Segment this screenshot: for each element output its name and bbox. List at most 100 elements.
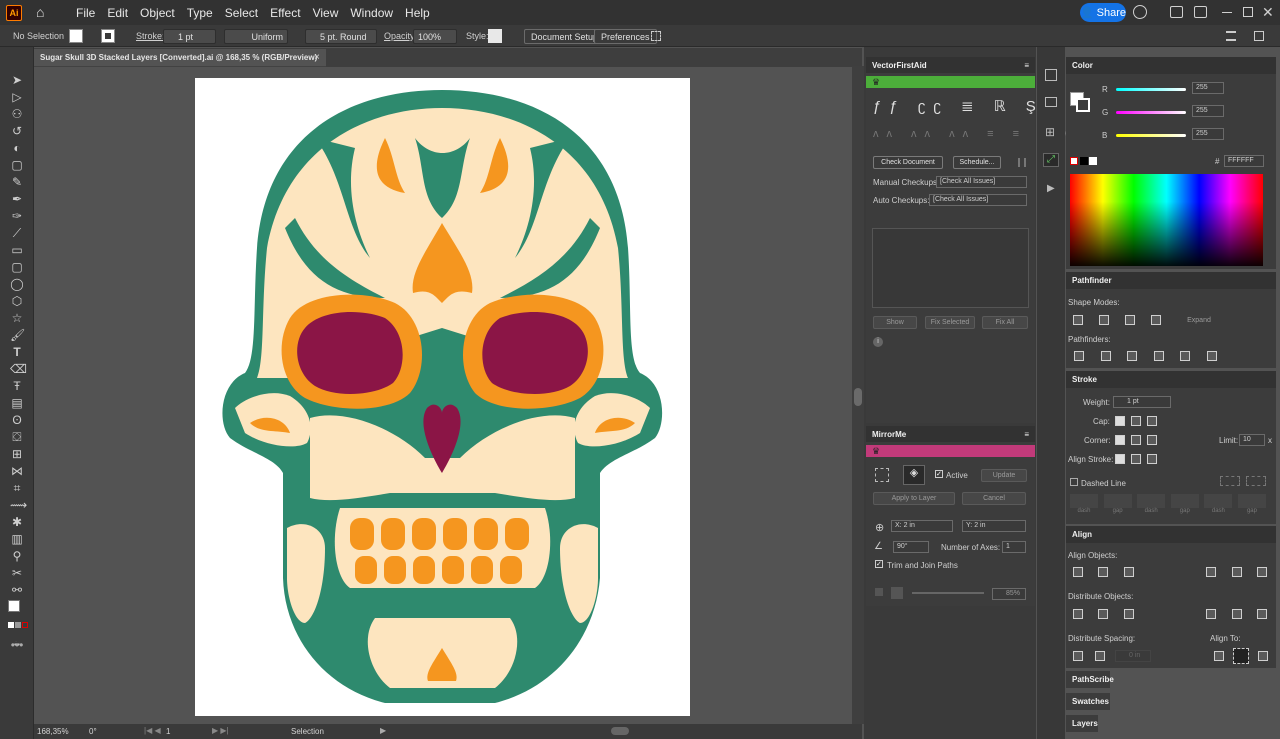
weight-field[interactable]: 1 pt [1113,396,1171,408]
shape-builder-icon[interactable]: ⚇ [10,107,24,121]
g-field[interactable]: 255 [1192,105,1224,117]
live-paint-tool-icon[interactable]: ⛋ [10,430,24,444]
menu-help[interactable]: Help [399,6,436,20]
dash-field-1[interactable]: dash [1070,494,1098,522]
search-icon[interactable] [1133,5,1147,19]
black-swatch[interactable] [1080,157,1088,165]
play-icon[interactable]: ▶ [1047,183,1055,194]
dash-field-2[interactable]: dash [1137,494,1166,522]
opacity-field[interactable]: 100% [413,29,457,44]
x-field[interactable]: X: 2 in [891,520,953,532]
more-tools-icon[interactable]: ••• [10,638,24,652]
maximize-icon[interactable] [1243,7,1253,17]
issues-list[interactable] [872,228,1029,308]
mirror-point-icon[interactable] [875,468,889,482]
panel-menu-icon[interactable]: ≡ [1024,61,1029,70]
dashed-line-checkbox[interactable] [1070,478,1078,486]
info-icon[interactable]: i [873,337,883,347]
menu-type[interactable]: Type [181,6,219,20]
symbol-sprayer-icon[interactable]: ✱ [10,515,24,529]
distribute-vcenter-icon[interactable] [1098,609,1108,619]
white-swatch[interactable] [1089,157,1097,165]
miter-join-icon[interactable] [1115,435,1125,445]
sugar-skull-artwork[interactable] [195,78,690,716]
fill-color-icon[interactable] [8,600,20,612]
fix-selected-button[interactable]: Fix Selected [925,316,975,329]
minus-back-icon[interactable] [1207,351,1217,361]
selection-tool-icon[interactable]: ➤ [10,73,24,87]
warp-tool-icon[interactable]: ◐ [10,141,24,155]
stroke-label[interactable]: Stroke: [136,25,165,47]
auto-checkups-select[interactable]: [Check All Issues] [929,194,1027,206]
grid-icon[interactable]: ⊞ [1045,125,1055,139]
butt-cap-icon[interactable] [1115,416,1125,426]
direct-selection-tool-icon[interactable]: ▷ [10,90,24,104]
lasso-tool-icon[interactable]: ʘ [10,413,24,427]
show-button[interactable]: Show [873,316,917,329]
cancel-button[interactable]: Cancel [962,492,1026,505]
trim-checkbox[interactable]: ✓ [875,560,883,568]
document-tab[interactable]: Sugar Skull 3D Stacked Layers [Converted… [34,49,326,67]
align-vcenter-icon[interactable] [1232,567,1242,577]
color-stroke-swatch[interactable] [1076,98,1090,112]
intersect-icon[interactable] [1125,315,1135,325]
style-swatch[interactable] [488,29,502,43]
brush-select[interactable]: 5 pt. Round [305,29,377,44]
b-field[interactable]: 255 [1192,128,1224,140]
g-slider[interactable] [1116,111,1186,114]
image-trace-icon[interactable] [1045,69,1057,81]
gap-field-2[interactable]: gap [1170,494,1199,522]
status-arrow-icon[interactable]: ▶ [380,726,386,735]
distribute-left-icon[interactable] [1206,609,1216,619]
menu-file[interactable]: File [70,6,101,20]
blend-tool-icon[interactable]: ⟿ [10,498,27,512]
preferences-button[interactable]: Preferences [594,29,657,44]
transparency-icon[interactable] [1045,97,1057,107]
polygon-tool-icon[interactable]: ⬡ [10,294,24,308]
crop-icon[interactable] [1154,351,1164,361]
mirror-icon[interactable]: ⤢ [1043,153,1059,167]
distribute-right-icon[interactable] [1257,609,1267,619]
menu-edit[interactable]: Edit [101,6,134,20]
spacing-field[interactable]: 0 in [1115,650,1151,662]
trim-icon[interactable] [1101,351,1111,361]
align-to-key-object-icon[interactable] [1258,651,1268,661]
pathscribe-tab[interactable]: PathScribe [1066,671,1114,688]
projecting-cap-icon[interactable] [1147,416,1157,426]
minimize-icon[interactable] [1222,12,1232,13]
exclude-icon[interactable] [1151,315,1161,325]
align-to-selection-icon[interactable] [1214,651,1224,661]
color-mode-icon[interactable] [8,622,14,628]
angle-field[interactable]: 90° [893,541,929,553]
pause-icon[interactable] [1018,158,1026,167]
vectorfirstaid-tools-row[interactable]: ƒƒ ʗʗ ≣ ℝ ŞŞ [873,97,1062,115]
pencil-tool-icon[interactable]: ✎ [10,175,24,189]
gap-field-1[interactable]: gap [1103,494,1132,522]
pen-tool-icon[interactable]: ✒ [10,192,24,206]
menu-effect[interactable]: Effect [264,6,306,20]
distribute-bottom-icon[interactable] [1124,609,1134,619]
next-artboard-icon[interactable]: ▶ ▶| [212,726,229,735]
hex-field[interactable]: FFFFFF [1224,155,1264,167]
align-outside-stroke-icon[interactable] [1147,454,1157,464]
eraser-tool-icon[interactable]: ⌫ [10,362,27,376]
r-slider[interactable] [1116,88,1186,91]
horizontal-scroll-thumb[interactable] [611,727,629,735]
limit-field[interactable]: 10 [1239,434,1265,446]
rectangle-tool-icon[interactable]: ▭ [10,243,24,257]
first-artboard-icon[interactable]: |◀ ◀ [144,726,161,735]
check-document-button[interactable]: Check Document [873,156,943,169]
expand-button[interactable]: Expand [1178,314,1220,327]
close-tab-icon[interactable]: × [314,52,320,63]
align-hcenter-icon[interactable] [1098,567,1108,577]
bevel-join-icon[interactable] [1147,435,1157,445]
align-inside-stroke-icon[interactable] [1131,454,1141,464]
b-slider[interactable] [1116,134,1186,137]
none-mode-icon[interactable] [22,622,28,628]
scroll-thumb[interactable] [854,388,862,406]
stroke-swatch[interactable] [101,29,115,43]
update-button[interactable]: Update [981,469,1027,482]
menu-window[interactable]: Window [344,6,399,20]
panel-menu-icon[interactable]: ≡ [1024,430,1029,439]
minus-front-icon[interactable] [1099,315,1109,325]
